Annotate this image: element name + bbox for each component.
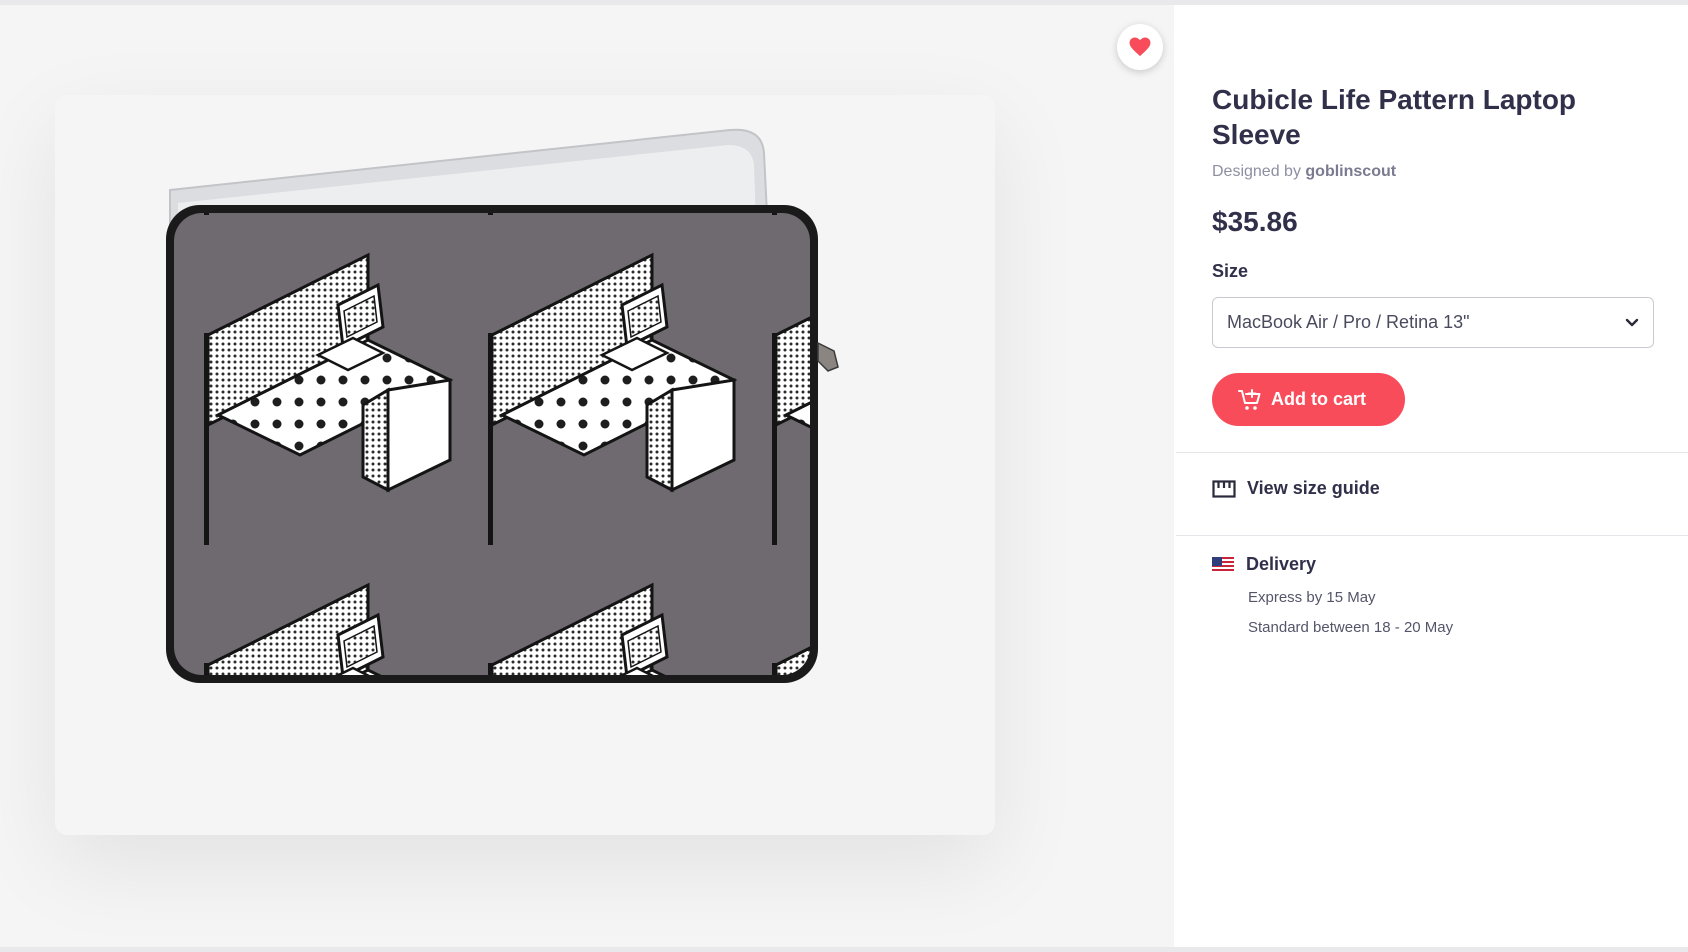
chevron-down-icon: [1625, 318, 1639, 326]
designer-link[interactable]: goblinscout: [1305, 163, 1396, 180]
view-size-guide-label: View size guide: [1247, 478, 1380, 498]
heart-icon: [1129, 37, 1151, 57]
delivery-title: Delivery: [1246, 554, 1317, 574]
add-to-cart-label: Add to cart: [1271, 389, 1367, 409]
add-to-cart-button[interactable]: Add to cart: [1212, 373, 1405, 426]
size-label: Size: [1212, 261, 1249, 281]
product-info-panel: Cubicle Life Pattern Laptop Sleeve Desig…: [1176, 8, 1688, 947]
delivery-standard: Standard between 18 - 20 May: [1248, 619, 1454, 636]
delivery-express: Express by 15 May: [1248, 589, 1376, 606]
favorite-button[interactable]: [1117, 24, 1163, 70]
ruler-icon: [1212, 479, 1236, 498]
size-selected-value: MacBook Air / Pro / Retina 13": [1227, 312, 1470, 332]
size-select[interactable]: MacBook Air / Pro / Retina 13": [1212, 297, 1654, 348]
designed-by-label: Designed by: [1212, 163, 1301, 180]
cart-add-icon: [1238, 388, 1261, 410]
divider: [1176, 452, 1688, 453]
product-title: Cubicle Life Pattern Laptop Sleeve: [1212, 84, 1577, 150]
delivery-header: Delivery: [1212, 554, 1453, 575]
us-flag-icon: [1212, 556, 1234, 573]
product-image: [166, 128, 839, 683]
bottom-border: [0, 947, 1688, 952]
delivery-section: Delivery Express by 15 May Standard betw…: [1212, 554, 1453, 636]
view-size-guide-link[interactable]: View size guide: [1212, 478, 1380, 499]
product-gallery: [0, 5, 1174, 947]
product-price: $35.86: [1212, 206, 1298, 237]
divider: [1176, 535, 1688, 536]
designer-credit: Designed by goblinscout: [1212, 163, 1396, 181]
